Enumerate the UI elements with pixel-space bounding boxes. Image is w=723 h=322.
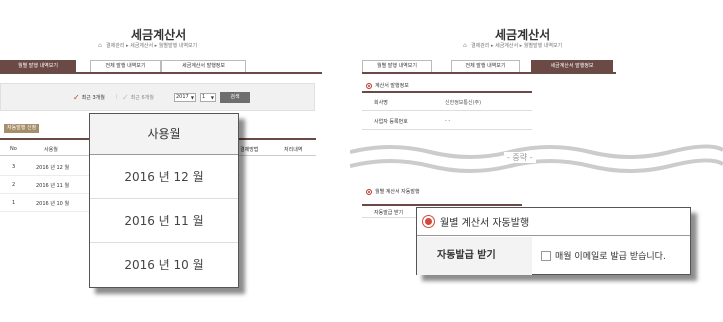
bullet-icon	[366, 82, 372, 89]
checkbox-label: 매월 이메일로 발급 받습니다.	[555, 252, 666, 262]
callout-title: 월별 계산서 자동발행	[440, 218, 530, 229]
filter-bar: ✓ 최근 3개월 | ✓ 최근 6개월 2017 ▼ 1 ▼ 검색	[0, 83, 315, 111]
check-icon: ✓	[122, 92, 129, 102]
info-key: 회사명	[374, 100, 388, 106]
tab-monthly[interactable]: 월별 발행 내역보기	[362, 60, 432, 72]
col-payment: 결제방법	[240, 147, 259, 153]
row-no: 3	[12, 164, 16, 170]
section-title: 계산서 발행정보	[375, 83, 409, 89]
omitted-label: - 중략 -	[504, 152, 536, 163]
info-row: 회사명 신한정보통신(주)	[362, 93, 532, 111]
callout-month-item: 2016 년 12 월	[90, 155, 238, 199]
month-value: 1	[202, 94, 206, 100]
row-no: 1	[12, 200, 16, 206]
page-title: 세금계산서	[131, 28, 187, 42]
breadcrumb: ⌂ 결제관리 ▸ 세금계산서 ▸ 월별발행 내역보기	[463, 42, 563, 50]
callout-month-item: 2016 년 11 월	[90, 199, 238, 243]
monthly-email-checkbox[interactable]	[541, 250, 551, 261]
section-issue-info: 계산서 발행정보	[366, 82, 409, 89]
year-value: 2017	[176, 94, 189, 100]
recent-3-label: 최근 3개월	[81, 95, 105, 101]
auto-issue-key: 자동발급 받기	[374, 210, 404, 216]
tab-issue-info[interactable]: 세금계산서 발행정보	[531, 60, 613, 72]
page-title: 세금계산서	[495, 28, 551, 42]
breadcrumb-text: 결제관리 ▸ 세금계산서 ▸ 월별발행 내역보기	[106, 43, 198, 49]
row-month: 2016 년 11 월	[36, 183, 70, 189]
tab-monthly[interactable]: 월별 발행 내역보기	[0, 60, 76, 72]
info-key: 사업자 등록번호	[374, 119, 408, 125]
recent-3-option[interactable]: ✓ 최근 3개월	[73, 92, 105, 102]
month-select[interactable]: 1 ▼	[200, 93, 216, 102]
left-panel: 세금계산서 ⌂ 결제관리 ▸ 세금계산서 ▸ 월별발행 내역보기 월별 발행 내역…	[0, 0, 322, 322]
divider: |	[116, 94, 118, 100]
info-value: - -	[445, 118, 451, 124]
tab-all[interactable]: 전체 발행 내역보기	[451, 60, 520, 72]
section-title: 월별 계산서 자동발행	[375, 189, 420, 195]
breadcrumb-text: 결제관리 ▸ 세금계산서 ▸ 월별발행 내역보기	[471, 43, 563, 49]
home-icon: ⌂	[463, 42, 467, 49]
bullet-icon	[366, 188, 372, 195]
info-row: 사업자 등록번호 - -	[362, 112, 532, 130]
info-value: 신한정보통신(주)	[445, 100, 482, 106]
auto-issue-zoom-callout: 월별 계산서 자동발행 자동발급 받기 매월 이메일로 발급 받습니다.	[416, 207, 691, 275]
chevron-down-icon: ▼	[190, 95, 194, 100]
torn-edge-divider	[350, 144, 723, 173]
bullet-icon	[423, 216, 434, 227]
callout-header: 월별 계산서 자동발행	[417, 208, 690, 236]
right-panel: 세금계산서 ⌂ 결제관리 ▸ 세금계산서 ▸ 월별발행 내역보기 월별 발행 내역…	[350, 0, 723, 322]
col-no: No	[10, 146, 17, 152]
auto-issue-option[interactable]: 매월 이메일로 발급 받습니다.	[541, 249, 666, 262]
tab-all[interactable]: 전체 발행 내역보기	[90, 60, 161, 72]
chevron-down-icon: ▼	[210, 95, 214, 100]
col-month: 사용월	[44, 147, 58, 153]
section-auto-issue: 월별 계산서 자동발행	[366, 188, 420, 195]
row-month: 2016 년 12 월	[36, 165, 70, 171]
recent-6-option[interactable]: ✓ 최근 6개월	[122, 92, 154, 102]
home-icon: ⌂	[98, 42, 102, 49]
tab-bar: 월별 발행 내역보기 전체 발행 내역보기 세금계산서 발행정보	[0, 60, 322, 74]
search-button[interactable]: 검색	[220, 92, 250, 103]
tab-bar: 월별 발행 내역보기 전체 발행 내역보기 세금계산서 발행정보	[362, 60, 616, 74]
col-status: 처리내역	[284, 147, 303, 153]
year-select[interactable]: 2017 ▼	[174, 93, 196, 102]
breadcrumb: ⌂ 결제관리 ▸ 세금계산서 ▸ 월별발행 내역보기	[98, 42, 198, 50]
callout-key: 자동발급 받기	[417, 237, 532, 275]
row-month: 2016 년 10 월	[36, 201, 70, 207]
tab-issue-info[interactable]: 세금계산서 발행정보	[161, 60, 246, 72]
callout-header: 사용월	[90, 114, 238, 155]
check-icon: ✓	[73, 92, 80, 102]
row-no: 2	[12, 182, 16, 188]
month-zoom-callout: 사용월 2016 년 12 월 2016 년 11 월 2016 년 10 월	[89, 113, 239, 288]
callout-month-item: 2016 년 10 월	[124, 258, 204, 272]
recent-6-label: 최근 6개월	[130, 95, 154, 101]
auto-issue-badge[interactable]: 자동발행 신청	[4, 124, 40, 133]
